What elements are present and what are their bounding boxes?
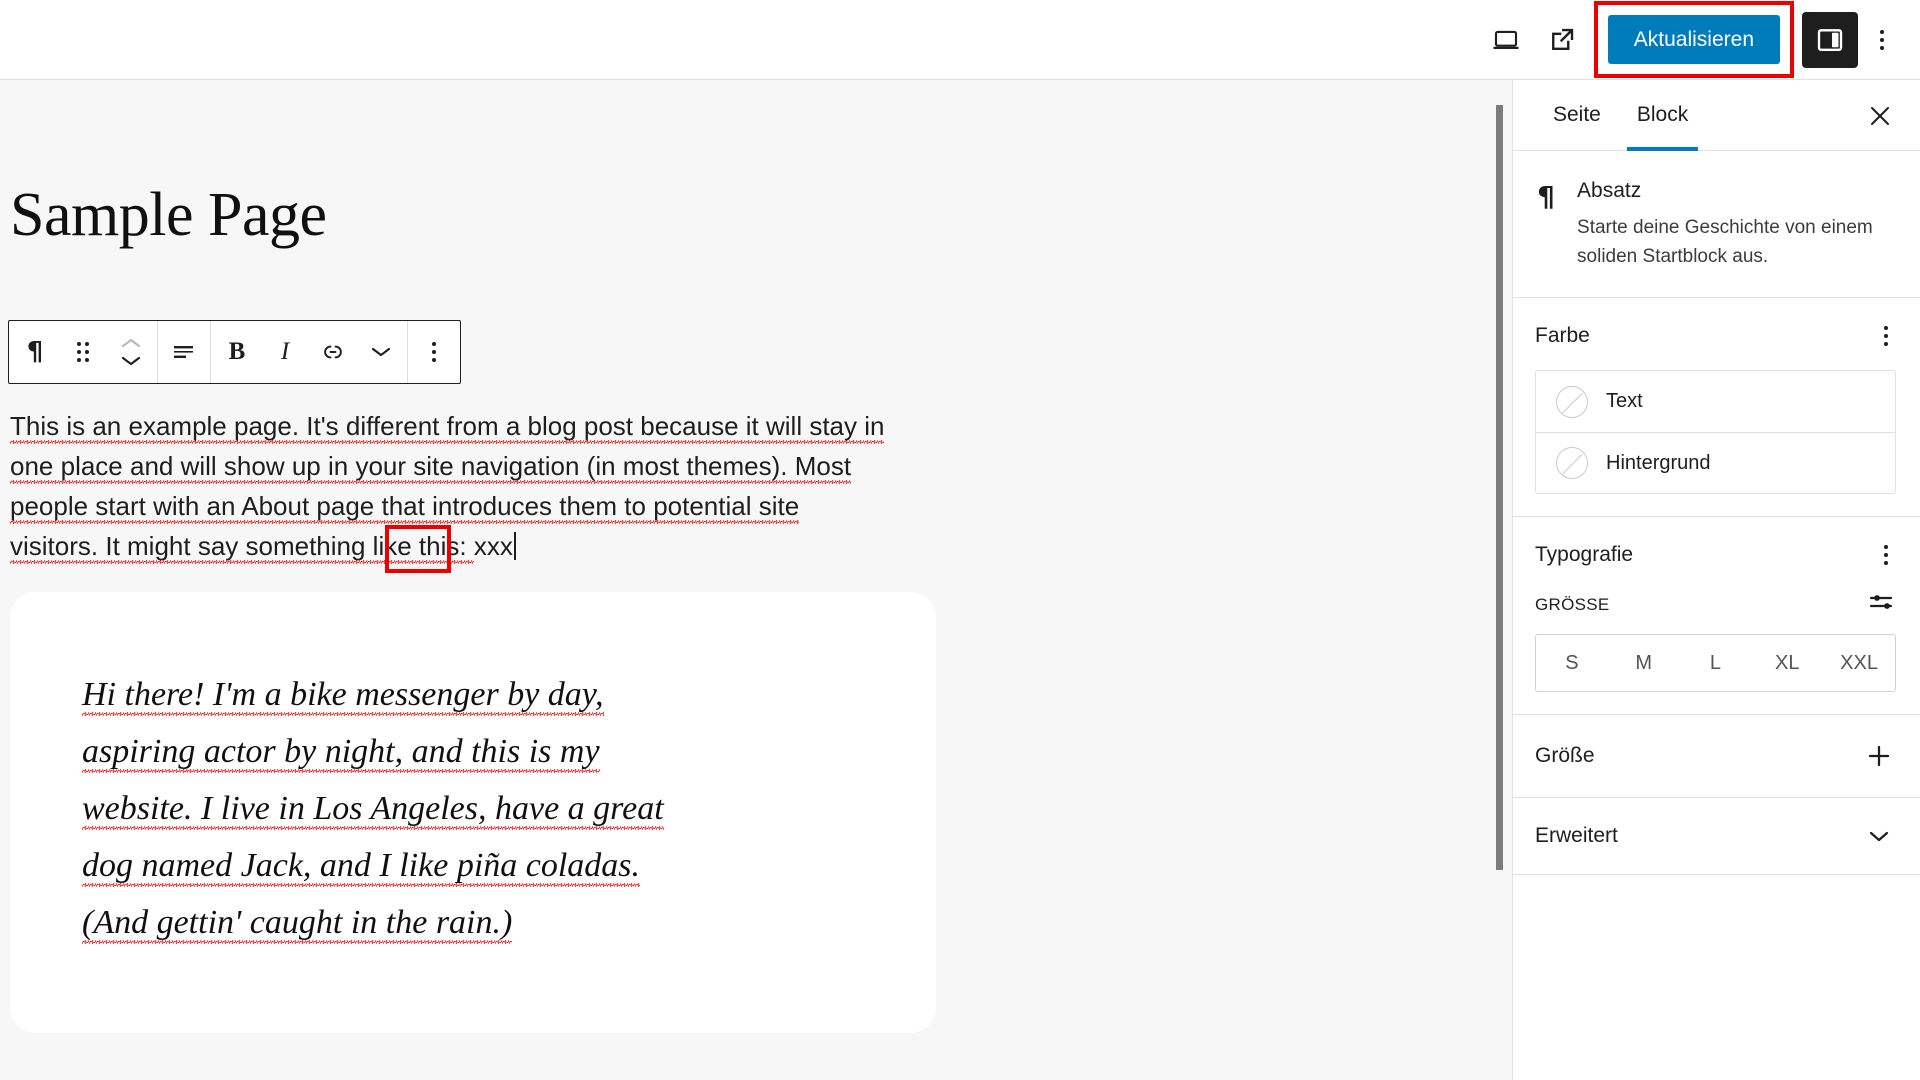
typography-section: Typografie GRÖSSE S M L XL XXL (1513, 517, 1920, 715)
close-sidebar-button[interactable] (1858, 94, 1902, 138)
sidebar-panel-icon (1817, 28, 1843, 51)
color-options-button[interactable] (1876, 320, 1896, 352)
view-external-icon-button[interactable] (1534, 12, 1590, 68)
editor-scrollbar-thumb[interactable] (1496, 105, 1503, 870)
drag-handle-button[interactable] (59, 321, 107, 383)
update-button-highlight: Aktualisieren (1593, 0, 1794, 79)
quote-line-4: dog named Jack, and I like piña coladas. (82, 847, 641, 887)
editor-canvas[interactable]: Sample Page ¶ B I This is an example pag… (0, 80, 1512, 1080)
editor-scrollbar[interactable] (1492, 80, 1508, 1080)
font-size-button-group: S M L XL XXL (1535, 634, 1896, 692)
more-formatting-button[interactable] (357, 321, 405, 383)
quote-text: Hi there! I'm a bike messenger by day, a… (82, 666, 722, 951)
block-options-button[interactable] (410, 321, 458, 383)
link-button[interactable] (309, 321, 357, 383)
quote-line-5: (And gettin' caught in the rain.) (82, 904, 513, 944)
chevron-updown-icon (120, 337, 142, 367)
top-bar-tools: Aktualisieren (1478, 0, 1906, 79)
color-swatch-none-icon (1556, 385, 1588, 418)
paragraph-line-3: people start with an About page that int… (10, 491, 800, 524)
color-label-background: Hintergrund (1606, 451, 1711, 474)
kebab-menu-icon (1880, 29, 1884, 50)
italic-button[interactable]: I (261, 321, 309, 383)
quote-line-3: website. I live in Los Angeles, have a g… (82, 790, 664, 830)
block-info-text: Absatz Starte deine Geschichte von einem… (1577, 179, 1896, 271)
sidebar-tabs: Seite Block (1513, 80, 1920, 151)
color-section-header: Farbe (1535, 320, 1896, 352)
font-size-xl[interactable]: XL (1751, 635, 1823, 691)
font-size-m[interactable]: M (1608, 635, 1680, 691)
paragraph-block-icon: ¶ (1537, 180, 1555, 213)
typography-options-button[interactable] (1876, 539, 1896, 571)
device-preview-icon (1493, 30, 1519, 49)
view-external-icon (1551, 28, 1573, 50)
font-size-xxl[interactable]: XXL (1823, 635, 1895, 691)
color-row-text[interactable]: Text (1536, 371, 1895, 432)
quote-block-card[interactable]: Hi there! I'm a bike messenger by day, a… (10, 592, 936, 1033)
dimensions-section-header[interactable]: Größe (1513, 715, 1920, 798)
chevron-down-icon (1869, 831, 1889, 842)
block-toolbar-group-align (158, 321, 211, 383)
block-name: Absatz (1577, 179, 1642, 202)
drag-handle-icon (77, 342, 89, 362)
editor-canvas-inner: Sample Page ¶ B I This is an example pag… (0, 80, 1512, 1080)
block-toolbar-group-options (408, 321, 460, 383)
align-left-icon (174, 346, 193, 358)
quote-line-1: Hi there! I'm a bike messenger by day, (82, 676, 604, 716)
sliders-icon (1869, 595, 1893, 609)
bold-button[interactable]: B (213, 321, 261, 383)
color-row-background[interactable]: Hintergrund (1536, 432, 1895, 493)
page-title[interactable]: Sample Page (10, 180, 327, 251)
block-toolbar: ¶ B I (8, 320, 461, 384)
close-icon (1871, 107, 1889, 125)
text-cursor (513, 532, 516, 560)
chevron-down-icon (371, 347, 391, 357)
custom-font-size-button[interactable] (1866, 589, 1896, 620)
tab-block[interactable]: Block (1619, 80, 1706, 151)
paragraph-block-type-icon-button[interactable]: ¶ (11, 321, 59, 383)
quote-line-2: aspiring actor by night, and this is my (82, 733, 600, 773)
typography-section-title: Typografie (1535, 543, 1634, 566)
advanced-section-title: Erweitert (1535, 824, 1618, 847)
typography-section-header: Typografie (1535, 539, 1896, 571)
plus-icon (1868, 745, 1890, 767)
editor-top-bar: Aktualisieren (0, 0, 1920, 80)
align-text-button[interactable] (160, 321, 208, 383)
block-toolbar-group-block: ¶ (9, 321, 158, 383)
color-swatch-none-icon (1556, 447, 1588, 479)
settings-sidebar-toggle-button[interactable] (1802, 11, 1858, 68)
color-section: Farbe Text Hintergrund (1513, 298, 1920, 517)
kebab-menu-icon (432, 342, 436, 362)
device-preview-icon-button[interactable] (1478, 12, 1534, 68)
font-size-s[interactable]: S (1536, 635, 1608, 691)
settings-sidebar: Seite Block ¶ Absatz Starte deine Geschi… (1512, 80, 1920, 1080)
advanced-section-header[interactable]: Erweitert (1513, 798, 1920, 875)
typed-text: xxx (473, 531, 513, 561)
color-label-text: Text (1606, 390, 1643, 412)
paragraph-block[interactable]: This is an example page. It's different … (10, 406, 920, 566)
block-description: Starte deine Geschichte von einem solide… (1577, 217, 1873, 267)
color-section-title: Farbe (1535, 324, 1590, 347)
tab-seite[interactable]: Seite (1535, 80, 1619, 151)
block-info-card: ¶ Absatz Starte deine Geschichte von ein… (1513, 151, 1920, 298)
update-button[interactable]: Aktualisieren (1607, 14, 1780, 65)
font-size-l[interactable]: L (1680, 635, 1752, 691)
dimensions-section-title: Größe (1535, 744, 1595, 767)
editor-options-button[interactable] (1858, 12, 1906, 68)
block-toolbar-group-format: B I (211, 321, 408, 383)
link-icon (324, 345, 342, 359)
font-size-row: GRÖSSE (1535, 589, 1896, 620)
paragraph-line-4: visitors. It might say something like th… (10, 531, 474, 564)
paragraph-line-2: one place and will show up in your site … (10, 451, 852, 484)
color-options-list: Text Hintergrund (1535, 370, 1896, 494)
paragraph-line-1: This is an example page. It's different … (10, 411, 885, 444)
font-size-label: GRÖSSE (1535, 594, 1610, 614)
move-block-updown-button[interactable] (107, 321, 155, 383)
